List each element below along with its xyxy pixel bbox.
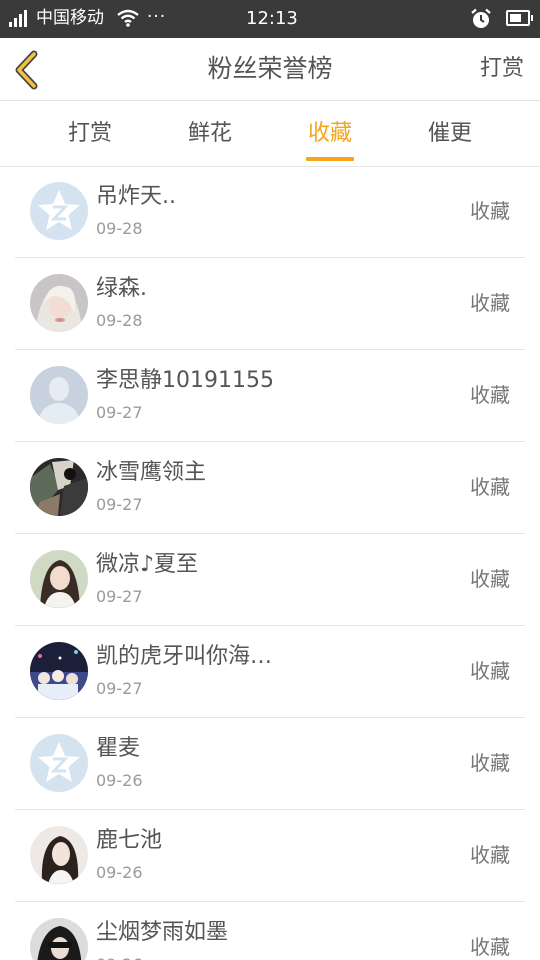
carrier-name: 中国移动: [36, 8, 104, 28]
list-item[interactable]: 冰雪鹰领主 09-27 收藏: [15, 442, 525, 534]
page-title: 粉丝荣誉榜: [207, 54, 333, 83]
avatar[interactable]: [30, 918, 88, 960]
signal-icon: [9, 10, 31, 27]
fan-name: 吊炸天..: [96, 184, 176, 209]
tab-reward[interactable]: 打赏: [30, 101, 150, 166]
fan-action-label: 收藏: [470, 475, 510, 499]
photo-avatar-icon: [30, 274, 88, 332]
tab-flowers[interactable]: 鲜花: [150, 101, 270, 166]
fan-name: 鹿七池: [96, 828, 163, 853]
photo-avatar-icon: [30, 458, 88, 516]
active-tab-indicator: [306, 157, 354, 161]
fan-name: 瞿麦: [96, 736, 141, 761]
fan-name: 冰雪鹰领主: [96, 460, 207, 485]
fan-date: 09-27: [96, 403, 143, 422]
list-item[interactable]: 瞿麦 09-26 收藏: [15, 718, 525, 810]
list-item[interactable]: 鹿七池 09-26 收藏: [15, 810, 525, 902]
photo-avatar-icon: [30, 642, 88, 700]
fan-date: 09-26: [96, 954, 143, 960]
status-bar: 中国移动 ··· 12:13: [0, 0, 540, 38]
fan-date: 09-26: [96, 771, 143, 790]
avatar[interactable]: [30, 366, 88, 424]
avatar[interactable]: [30, 274, 88, 332]
default-star-avatar-icon: [30, 182, 88, 240]
fan-action-label: 收藏: [470, 751, 510, 775]
reward-button[interactable]: 打赏: [480, 53, 524, 85]
fan-action-label: 收藏: [470, 291, 510, 315]
fan-action-label: 收藏: [470, 659, 510, 683]
fan-date: 09-27: [96, 587, 143, 606]
app-screen: 中国移动 ··· 12:13 粉丝荣誉榜 打赏 打赏 鲜花 收藏 催更 吊炸天.…: [0, 0, 540, 960]
fan-date: 09-27: [96, 495, 143, 514]
silhouette-avatar-icon: [30, 366, 88, 424]
list-item[interactable]: 微凉♪夏至 09-27 收藏: [15, 534, 525, 626]
tab-bar: 打赏 鲜花 收藏 催更: [0, 101, 540, 167]
fan-date: 09-28: [96, 219, 143, 238]
list-item[interactable]: 凯的虎牙叫你海… 09-27 收藏: [15, 626, 525, 718]
list-item[interactable]: 尘烟梦雨如墨 09-26 收藏: [15, 902, 525, 960]
battery-icon: [506, 10, 533, 26]
list-item[interactable]: 绿森. 09-28 收藏: [15, 258, 525, 350]
fan-name: 李思静10191155: [96, 368, 274, 393]
clock: 12:13: [246, 8, 298, 29]
avatar[interactable]: [30, 826, 88, 884]
fan-list: 吊炸天.. 09-28 收藏 绿森. 09-28 收藏 李思静10191155 …: [0, 166, 540, 960]
fan-date: 09-28: [96, 311, 143, 330]
avatar[interactable]: [30, 458, 88, 516]
fan-date: 09-27: [96, 679, 143, 698]
fan-name: 凯的虎牙叫你海…: [96, 644, 273, 669]
fan-name: 绿森.: [96, 276, 147, 301]
tab-urge-update[interactable]: 催更: [390, 101, 510, 166]
fan-action-label: 收藏: [470, 843, 510, 867]
photo-avatar-icon: [30, 826, 88, 884]
avatar[interactable]: [30, 642, 88, 700]
wifi-icon: [117, 9, 139, 27]
list-item[interactable]: 李思静10191155 09-27 收藏: [15, 350, 525, 442]
fan-action-label: 收藏: [470, 567, 510, 591]
avatar[interactable]: [30, 734, 88, 792]
avatar[interactable]: [30, 182, 88, 240]
avatar[interactable]: [30, 550, 88, 608]
more-notifications-indicator: ···: [147, 7, 167, 27]
fan-name: 尘烟梦雨如墨: [96, 920, 229, 945]
nav-header: 粉丝荣誉榜 打赏: [0, 38, 540, 101]
fan-action-label: 收藏: [470, 383, 510, 407]
fan-action-label: 收藏: [470, 935, 510, 959]
photo-avatar-icon: [30, 918, 88, 960]
list-item[interactable]: 吊炸天.. 09-28 收藏: [15, 166, 525, 258]
default-star-avatar-icon: [30, 734, 88, 792]
alarm-icon: [471, 8, 491, 28]
photo-avatar-icon: [30, 550, 88, 608]
fan-date: 09-26: [96, 863, 143, 882]
fan-name: 微凉♪夏至: [96, 552, 199, 577]
fan-action-label: 收藏: [470, 199, 510, 223]
